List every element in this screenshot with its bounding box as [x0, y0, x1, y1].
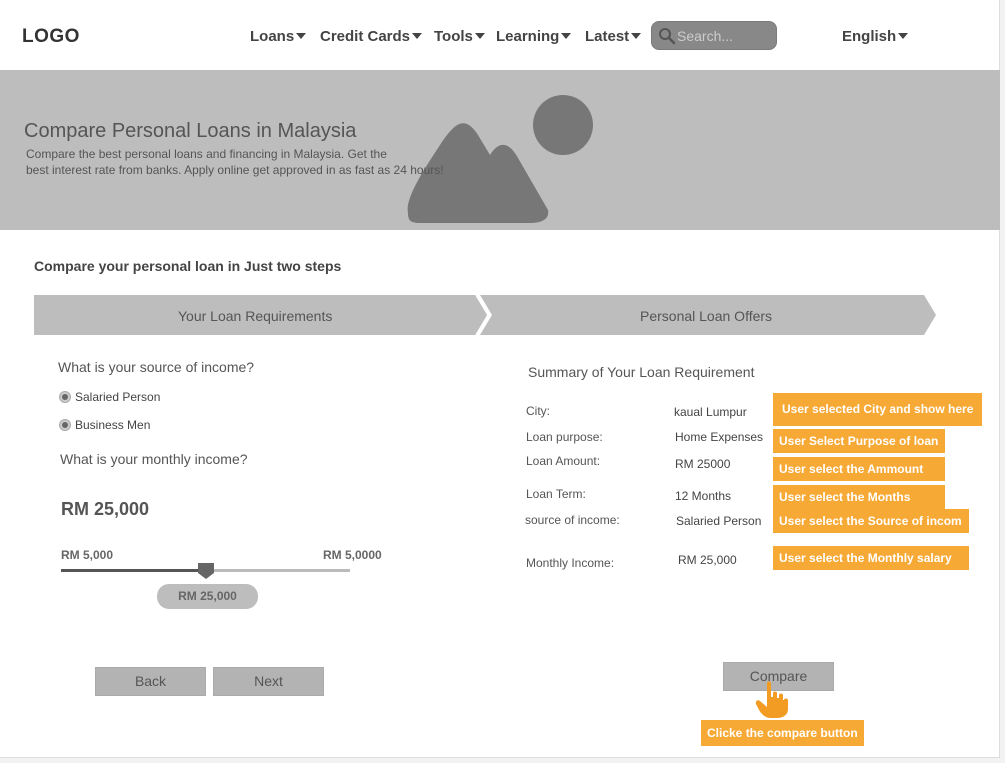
step-arrows-shape — [34, 295, 936, 335]
nav-loans-label: Loans — [250, 28, 295, 45]
caret-down-icon — [412, 33, 423, 39]
pointing-hand-icon — [755, 681, 788, 718]
caret-down-icon — [474, 33, 485, 39]
caret-down-icon — [561, 33, 572, 39]
hero-banner: Compare Personal Loans in Malaysia Compa… — [0, 70, 1000, 230]
annotation-amount: User select the Ammount — [773, 457, 945, 481]
summary-key-city: City: — [526, 404, 550, 418]
annotation-income-source: User select the Source of incom — [773, 509, 969, 533]
nav-latest-label: Latest — [585, 28, 630, 45]
annotation-term: User select the Months — [773, 485, 945, 509]
nav-tools-label: Tools — [434, 28, 473, 45]
radio-salaried-label: Salaried Person — [75, 390, 161, 404]
nav-tools[interactable]: Tools — [434, 28, 485, 45]
logo[interactable]: LOGO — [22, 26, 80, 48]
summary-key-amount: Loan Amount: — [526, 454, 601, 468]
next-button[interactable]: Next — [213, 667, 324, 696]
summary-value-term: 12 Months — [675, 489, 732, 503]
summary-key-income-source: source of income: — [525, 513, 620, 527]
slider-value-bubble: RM 25,000 — [157, 584, 258, 609]
annotation-compare: Clicke the compare button — [701, 720, 864, 746]
nav-credit-cards-label: Credit Cards — [320, 28, 411, 45]
nav-learning-label: Learning — [496, 28, 560, 45]
income-slider-fill — [61, 569, 206, 572]
hero-subtitle: Compare the best personal loans and fina… — [26, 146, 444, 178]
steps-title: Compare your personal loan in Just two s… — [34, 258, 342, 274]
caret-down-icon — [631, 33, 642, 39]
summary-key-term: Loan Term: — [526, 487, 586, 501]
monthly-income-question: What is your monthly income? — [60, 451, 248, 467]
income-source-question: What is your source of income? — [58, 359, 255, 375]
annotation-purpose: User Select Purpose of loan — [773, 429, 945, 453]
annotation-city: User selected City and show here — [773, 393, 982, 426]
step-1-label[interactable]: Your Loan Requirements — [178, 308, 332, 324]
hero-title: Compare Personal Loans in Malaysia — [24, 120, 357, 142]
radio-business[interactable]: Business Men — [59, 418, 150, 432]
radio-salaried[interactable]: Salaried Person — [59, 390, 160, 404]
summary-value-monthly-income: RM 25,000 — [678, 553, 737, 567]
income-amount-display: RM 25,000 — [61, 499, 150, 519]
summary-key-monthly-income: Monthly Income: — [526, 556, 615, 570]
radio-business-label: Business Men — [75, 418, 151, 432]
image-placeholder-icon — [407, 95, 593, 223]
radio-button-icon[interactable] — [59, 391, 71, 403]
summary-value-amount: RM 25000 — [675, 457, 731, 471]
back-button[interactable]: Back — [95, 667, 206, 696]
nav-loans[interactable]: Loans — [250, 28, 307, 45]
annotation-monthly-income: User select the Monthly salary — [773, 546, 969, 570]
nav-credit-cards[interactable]: Credit Cards — [320, 28, 423, 45]
nav-learning[interactable]: Learning — [496, 28, 572, 45]
summary-key-purpose: Loan purpose: — [526, 430, 603, 444]
step-progress-bar: Your Loan Requirements Personal Loan Off… — [34, 295, 936, 335]
language-selector[interactable]: English — [842, 28, 909, 45]
hero-subtitle-line1: Compare the best personal loans and fina… — [26, 147, 387, 161]
range-max-label: RM 5,0000 — [323, 548, 382, 562]
nav-latest[interactable]: Latest — [585, 28, 642, 45]
summary-value-income-source: Salaried Person — [676, 514, 762, 528]
search-input[interactable] — [677, 26, 772, 46]
search-icon — [659, 28, 676, 45]
page: LOGO Loans Credit Cards Tools Learning L… — [0, 0, 1000, 758]
slider-thumb-handle[interactable] — [197, 562, 215, 580]
radio-button-icon[interactable] — [59, 419, 71, 431]
summary-value-city: kaual Lumpur — [674, 405, 747, 419]
range-min-label: RM 5,000 — [61, 548, 114, 562]
caret-down-icon — [898, 33, 909, 39]
caret-down-icon — [296, 33, 307, 39]
language-label: English — [842, 28, 897, 45]
search-box[interactable] — [651, 21, 777, 50]
summary-value-purpose: Home Expenses — [675, 430, 764, 444]
hero-subtitle-line2: best interest rate from banks. Apply onl… — [26, 163, 444, 177]
step-2-label[interactable]: Personal Loan Offers — [640, 308, 772, 324]
summary-title: Summary of Your Loan Requirement — [528, 364, 755, 380]
